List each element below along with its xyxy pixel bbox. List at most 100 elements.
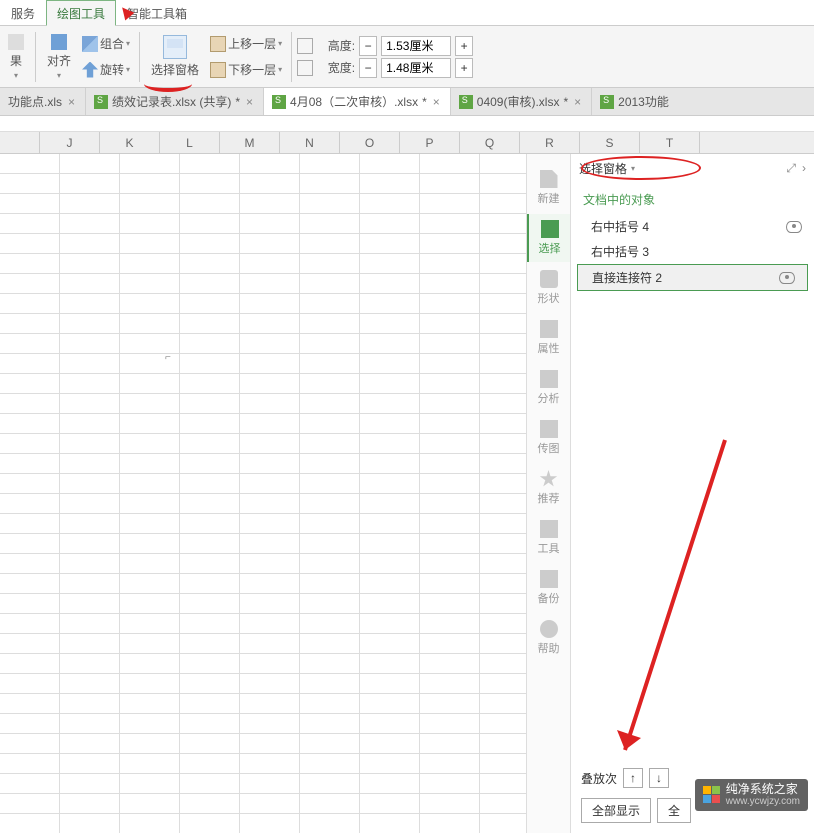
eye-icon[interactable] bbox=[779, 272, 795, 284]
side-prop[interactable]: 属性 bbox=[527, 314, 570, 362]
selection-pane-icon bbox=[163, 35, 187, 59]
col-p[interactable]: P bbox=[400, 132, 460, 153]
excel-icon bbox=[272, 95, 286, 109]
selection-pane: 选择窗格 ▾ ⤢ › 文档中的对象 右中括号 4 右中括号 3 直接连接符 2 bbox=[570, 154, 814, 833]
pane-title-dropdown[interactable]: 选择窗格 ▾ bbox=[579, 160, 635, 177]
file-icon bbox=[540, 170, 558, 188]
backup-icon bbox=[540, 570, 558, 588]
object-item-0[interactable]: 右中括号 4 bbox=[571, 214, 814, 239]
eye-icon[interactable] bbox=[786, 221, 802, 233]
close-icon[interactable]: × bbox=[572, 95, 583, 109]
col-q[interactable]: Q bbox=[460, 132, 520, 153]
doc-tab-0[interactable]: 功能点.xls × bbox=[0, 88, 86, 115]
object-item-2[interactable]: 直接连接符 2 bbox=[577, 264, 808, 291]
excel-icon bbox=[459, 95, 473, 109]
chevron-down-icon: ▾ bbox=[14, 71, 18, 80]
width-icon bbox=[297, 60, 313, 76]
doc-tab-2[interactable]: 4月08（二次审核）.xlsx * × bbox=[264, 88, 451, 115]
spreadsheet-grid[interactable]: ⌐ bbox=[0, 154, 526, 833]
col-s[interactable]: S bbox=[580, 132, 640, 153]
col-l[interactable]: L bbox=[160, 132, 220, 153]
main-area: ⌐ 新建 选择 形状 属性 分析 传图 推荐 工具 备份 帮助 选择窗格 ▾ ⤢… bbox=[0, 154, 814, 833]
doc-tab-1[interactable]: 绩效记录表.xlsx (共享) * × bbox=[86, 88, 264, 115]
width-plus-button[interactable]: + bbox=[455, 58, 473, 78]
col-k[interactable]: K bbox=[100, 132, 160, 153]
col-j[interactable]: J bbox=[40, 132, 100, 153]
cursor-indicator: ⌐ bbox=[165, 352, 171, 363]
object-list: 右中括号 4 右中括号 3 直接连接符 2 bbox=[571, 214, 814, 291]
height-icon bbox=[297, 38, 313, 54]
side-toolbar: 新建 选择 形状 属性 分析 传图 推荐 工具 备份 帮助 bbox=[526, 154, 570, 833]
move-up-stack-button[interactable]: ↑ bbox=[623, 768, 643, 788]
chevron-down-icon: ▾ bbox=[57, 71, 61, 80]
document-tabs: 功能点.xls × 绩效记录表.xlsx (共享) * × 4月08（二次审核）… bbox=[0, 88, 814, 116]
side-backup[interactable]: 备份 bbox=[527, 564, 570, 612]
chevron-right-icon[interactable]: › bbox=[802, 161, 806, 176]
side-select[interactable]: 选择 bbox=[527, 214, 570, 262]
width-input[interactable] bbox=[381, 58, 451, 78]
side-tools[interactable]: 工具 bbox=[527, 514, 570, 562]
toolbar: 果 ▾ 对齐 ▾ 组合 ▾ 旋转 ▾ 选择窗格 上移一层 ▾ bbox=[0, 26, 814, 88]
col-n[interactable]: N bbox=[280, 132, 340, 153]
width-minus-button[interactable]: − bbox=[359, 58, 377, 78]
col-o[interactable]: O bbox=[340, 132, 400, 153]
side-recommend[interactable]: 推荐 bbox=[527, 464, 570, 512]
star-icon bbox=[540, 470, 558, 488]
selection-pane-button[interactable]: 选择窗格 bbox=[145, 31, 205, 82]
move-down-button[interactable]: 下移一层 ▾ bbox=[206, 58, 286, 82]
height-label: 高度: bbox=[317, 37, 355, 54]
doc-tab-4[interactable]: 2013功能 bbox=[592, 88, 677, 115]
select-icon bbox=[541, 220, 559, 238]
chevron-down-icon: ▾ bbox=[631, 164, 635, 173]
height-row: 高度: − + bbox=[297, 36, 473, 56]
result-icon bbox=[8, 34, 24, 50]
chevron-down-icon: ▾ bbox=[278, 39, 282, 48]
formula-bar bbox=[0, 116, 814, 132]
watermark: 纯净系统之家 www.ycwjzy.com bbox=[695, 779, 808, 811]
tab-drawing-tools[interactable]: 绘图工具 bbox=[46, 0, 116, 26]
side-shape[interactable]: 形状 bbox=[527, 264, 570, 312]
close-icon[interactable]: × bbox=[244, 95, 255, 109]
expand-icon[interactable]: ⤢ bbox=[786, 161, 796, 176]
move-up-button[interactable]: 上移一层 ▾ bbox=[206, 32, 286, 56]
side-new[interactable]: 新建 bbox=[527, 164, 570, 212]
col-t[interactable]: T bbox=[640, 132, 700, 153]
chevron-down-icon: ▾ bbox=[126, 39, 130, 48]
show-all-button[interactable]: 全部显示 bbox=[581, 798, 651, 823]
align-button[interactable]: 对齐 ▾ bbox=[41, 30, 77, 84]
width-row: 宽度: − + bbox=[297, 58, 473, 78]
height-input[interactable] bbox=[381, 36, 451, 56]
tab-service[interactable]: 服务 bbox=[0, 0, 46, 25]
watermark-logo-icon bbox=[703, 786, 720, 803]
doc-tab-3[interactable]: 0409(审核).xlsx * × bbox=[451, 88, 592, 115]
rotate-button[interactable]: 旋转 ▾ bbox=[78, 58, 134, 82]
height-minus-button[interactable]: − bbox=[359, 36, 377, 56]
chevron-down-icon: ▾ bbox=[126, 65, 130, 74]
height-plus-button[interactable]: + bbox=[455, 36, 473, 56]
object-item-1[interactable]: 右中括号 3 bbox=[571, 239, 814, 264]
side-analyze[interactable]: 分析 bbox=[527, 364, 570, 412]
analyze-icon bbox=[540, 370, 558, 388]
tools-icon bbox=[540, 520, 558, 538]
group-button[interactable]: 组合 ▾ bbox=[78, 32, 134, 56]
move-down-icon bbox=[210, 62, 226, 78]
col-r[interactable]: R bbox=[520, 132, 580, 153]
side-upload[interactable]: 传图 bbox=[527, 414, 570, 462]
column-headers: J K L M N O P Q R S T bbox=[0, 132, 814, 154]
chevron-down-icon: ▾ bbox=[278, 65, 282, 74]
col-m[interactable]: M bbox=[220, 132, 280, 153]
result-button[interactable]: 果 ▾ bbox=[2, 30, 30, 84]
move-down-stack-button[interactable]: ↓ bbox=[649, 768, 669, 788]
rotate-icon bbox=[82, 62, 98, 78]
close-icon[interactable]: × bbox=[431, 95, 442, 109]
align-icon bbox=[51, 34, 67, 50]
side-help[interactable]: 帮助 bbox=[527, 614, 570, 662]
pane-header: 选择窗格 ▾ ⤢ › bbox=[571, 154, 814, 183]
width-label: 宽度: bbox=[317, 59, 355, 76]
close-icon[interactable]: × bbox=[66, 95, 77, 109]
image-icon bbox=[540, 420, 558, 438]
shape-icon bbox=[540, 270, 558, 288]
show-partial-button[interactable]: 全 bbox=[657, 798, 691, 823]
stack-label: 叠放次 bbox=[581, 770, 617, 787]
help-icon bbox=[540, 620, 558, 638]
